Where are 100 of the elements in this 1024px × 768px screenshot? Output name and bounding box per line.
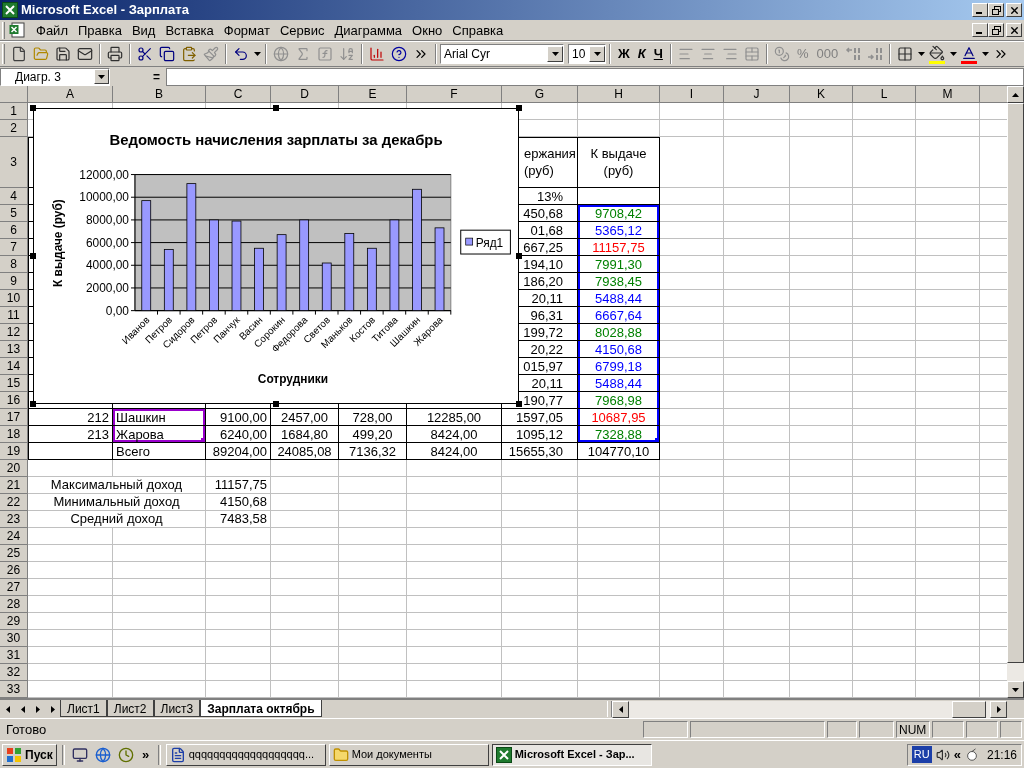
toolbar-button[interactable]: Ч	[649, 43, 667, 65]
table-cell: 4150,68	[578, 341, 660, 358]
row-header[interactable]: 8	[0, 256, 28, 273]
column-header[interactable]: J	[724, 86, 790, 103]
row-header[interactable]: 17	[0, 409, 28, 426]
tray-expand-button[interactable]: «	[953, 744, 961, 765]
column-header[interactable]: A	[28, 86, 113, 103]
table-cell: 5365,12	[578, 222, 660, 239]
row-header[interactable]: 11	[0, 307, 28, 324]
row-header[interactable]: 12	[0, 324, 28, 341]
menu-item[interactable]: Сервис	[274, 20, 330, 40]
sheet-tab[interactable]: Зарплата октябрь	[200, 700, 322, 717]
table-cell: 89204,00	[206, 443, 271, 460]
menu-item[interactable]: Окно	[407, 20, 448, 40]
row-header[interactable]: 15	[0, 375, 28, 392]
table-cell: 7483,58	[206, 511, 271, 528]
menu-item[interactable]: Правка	[72, 20, 127, 40]
table-cell: 9708,42	[578, 205, 660, 222]
menu-item[interactable]: Вид	[126, 20, 161, 40]
row-header[interactable]: 10	[0, 290, 28, 307]
tick-label: 2000,00	[85, 280, 129, 295]
table-cell: 2457,00	[271, 409, 339, 426]
row-header[interactable]: 13	[0, 341, 28, 358]
column-header[interactable]: C	[206, 86, 271, 103]
menu-item[interactable]: Диаграмма	[329, 20, 408, 40]
menu-item[interactable]: Вставка	[160, 20, 219, 40]
table-cell: 5488,44	[578, 375, 660, 392]
row-header[interactable]: 5	[0, 205, 28, 222]
column-header[interactable]: G	[502, 86, 578, 103]
row-header[interactable]: 7	[0, 239, 28, 256]
column-header[interactable]: H	[578, 86, 660, 103]
column-header[interactable]: L	[853, 86, 916, 103]
name-box[interactable]: Диагр. 3	[0, 67, 110, 86]
font-dropdown[interactable]: Arial Cyr	[440, 44, 564, 64]
row-header[interactable]: 21	[0, 477, 28, 494]
menu-item[interactable]: Формат	[218, 20, 275, 40]
legend-label: Ряд1	[475, 236, 504, 251]
column-header[interactable]: D	[271, 86, 339, 103]
column-header[interactable]: F	[407, 86, 502, 103]
sheet-tab[interactable]: Лист1	[60, 700, 107, 717]
row-header[interactable]: 28	[0, 596, 28, 613]
table-cell: 12285,00	[407, 409, 502, 426]
row-header[interactable]: 29	[0, 613, 28, 630]
table-cell: 212	[28, 409, 113, 426]
row-header[interactable]: 4	[0, 188, 28, 205]
table-cell: Шашкин	[113, 409, 206, 426]
row-header[interactable]: 19	[0, 443, 28, 460]
column-header[interactable]: B	[113, 86, 206, 103]
status-indicator: NUM	[896, 721, 930, 738]
table-cell: 9100,00	[206, 409, 271, 426]
language-indicator[interactable]: RU	[911, 746, 932, 763]
row-header[interactable]: 25	[0, 545, 28, 562]
menu-item[interactable]: Справка	[447, 20, 509, 40]
row-header[interactable]: 27	[0, 579, 28, 596]
font-size-dropdown[interactable]: 10	[568, 44, 606, 64]
row-header[interactable]: 30	[0, 630, 28, 647]
row-header[interactable]: 23	[0, 511, 28, 528]
column-header[interactable]: E	[339, 86, 407, 103]
row-header[interactable]: 31	[0, 647, 28, 664]
taskbar-button[interactable]: qqqqqqqqqqqqqqqqqqq...	[165, 743, 326, 766]
row-header[interactable]: 26	[0, 562, 28, 579]
table-cell: 7328,88	[578, 426, 660, 443]
tick-label: 8000,00	[85, 212, 129, 227]
table-cell: 728,00	[339, 409, 407, 426]
table-cell: 499,20	[339, 426, 407, 443]
column-header[interactable]: I	[660, 86, 724, 103]
row-header[interactable]: 1	[0, 103, 28, 120]
taskbar-button[interactable]: Мои документы	[328, 743, 489, 766]
sheet-tab[interactable]: Лист3	[153, 700, 201, 717]
row-header[interactable]: 3	[0, 137, 28, 188]
row-header[interactable]: 20	[0, 460, 28, 477]
table-cell: Максимальный доход	[28, 477, 206, 494]
row-header[interactable]: 14	[0, 358, 28, 375]
column-header[interactable]: M	[916, 86, 980, 103]
taskbar-button[interactable]: Microsoft Excel - Зар...	[491, 743, 652, 766]
more-button[interactable]: »	[138, 744, 153, 765]
row-header[interactable]: 32	[0, 664, 28, 681]
row-header[interactable]: 16	[0, 392, 28, 409]
table-cell: 24085,08	[271, 443, 339, 460]
chart-title: Ведомость начисления зарплаты за декабрь	[109, 131, 443, 148]
column-header[interactable]: K	[790, 86, 853, 103]
row-header[interactable]: 2	[0, 120, 28, 137]
row-header[interactable]: 24	[0, 528, 28, 545]
toolbar-button[interactable]: Ж	[614, 43, 634, 65]
table-cell: 7938,45	[578, 273, 660, 290]
table-cell: 11157,75	[578, 239, 660, 256]
window-title: Microsoft Excel - Зарплата	[21, 1, 190, 20]
row-header[interactable]: 9	[0, 273, 28, 290]
row-header[interactable]: 18	[0, 426, 28, 443]
toolbar-button[interactable]: К	[633, 43, 650, 65]
row-header[interactable]: 33	[0, 681, 28, 698]
start-button[interactable]: Пуск	[2, 743, 57, 766]
sheet-tab[interactable]: Лист2	[106, 700, 154, 717]
tick-label: 6000,00	[85, 235, 129, 250]
row-header[interactable]: 22	[0, 494, 28, 511]
row-header[interactable]: 6	[0, 222, 28, 239]
menu-item[interactable]: Файл	[31, 20, 73, 40]
axis-title: Сотрудники	[257, 372, 328, 387]
table-cell: 8424,00	[407, 443, 502, 460]
table-cell: 7136,32	[339, 443, 407, 460]
